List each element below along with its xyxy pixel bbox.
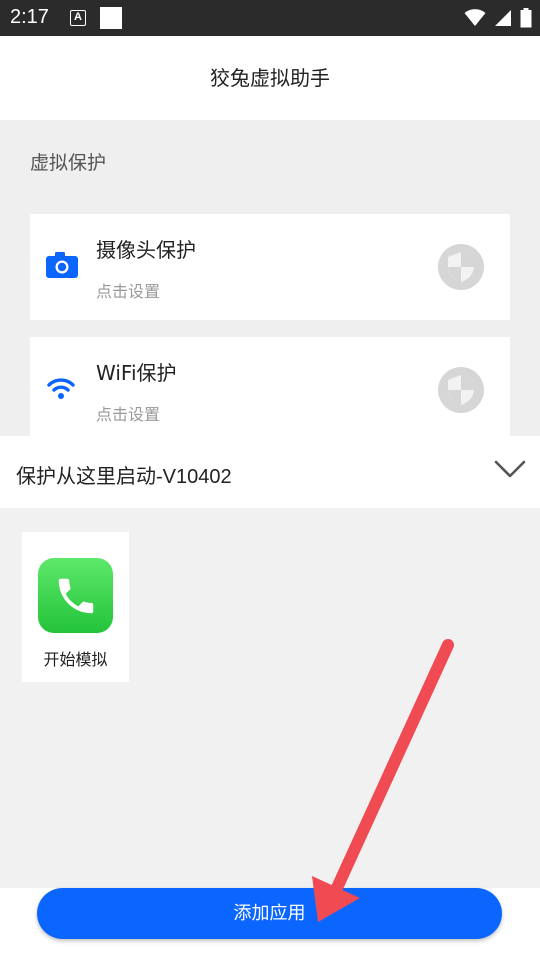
status-time: 2:17 bbox=[10, 6, 49, 28]
wifi-protection-toggle[interactable] bbox=[438, 367, 484, 413]
battery-icon bbox=[520, 8, 532, 28]
wifi-protection-title: WiFi保护 bbox=[96, 361, 177, 385]
notification-a-icon: A bbox=[70, 10, 86, 26]
shield-icon bbox=[448, 375, 474, 405]
app-grid: 开始模拟 bbox=[0, 508, 540, 888]
launch-panel-header[interactable]: 保护从这里启动-V10402 bbox=[0, 436, 540, 508]
wifi-icon bbox=[46, 375, 80, 405]
status-bar: 2:17 A bbox=[0, 0, 540, 36]
camera-protection-toggle[interactable] bbox=[438, 244, 484, 290]
camera-protection-subtitle: 点击设置 bbox=[96, 282, 161, 301]
wifi-protection-subtitle: 点击设置 bbox=[96, 405, 161, 424]
camera-protection-title: 摄像头保护 bbox=[96, 238, 196, 262]
shield-icon bbox=[448, 252, 474, 282]
app-bar: 狡兔虚拟助手 bbox=[0, 36, 540, 120]
wifi-icon bbox=[464, 9, 486, 26]
app-name: 开始模拟 bbox=[43, 650, 108, 669]
app-tile-start-simulation[interactable]: 开始模拟 bbox=[22, 532, 129, 682]
add-app-button[interactable]: 添加应用 bbox=[37, 888, 502, 939]
camera-icon bbox=[46, 252, 80, 282]
wifi-protection-card[interactable]: WiFi保护 点击设置 bbox=[30, 337, 510, 443]
protection-section: 虚拟保护 摄像头保护 点击设置 WiFi保护 点击设置 bbox=[0, 120, 540, 443]
chevron-down-icon[interactable] bbox=[494, 458, 526, 480]
phone-icon bbox=[38, 558, 113, 633]
launch-label: 保护从这里启动-V10402 bbox=[16, 466, 232, 488]
system-icons bbox=[464, 7, 532, 29]
signal-icon bbox=[495, 10, 511, 26]
section-label: 虚拟保护 bbox=[30, 152, 107, 174]
page-title: 狡兔虚拟助手 bbox=[210, 66, 330, 90]
camera-protection-card[interactable]: 摄像头保护 点击设置 bbox=[30, 214, 510, 320]
notification-square-icon bbox=[100, 7, 122, 29]
bottom-bar: 添加应用 bbox=[0, 888, 540, 960]
